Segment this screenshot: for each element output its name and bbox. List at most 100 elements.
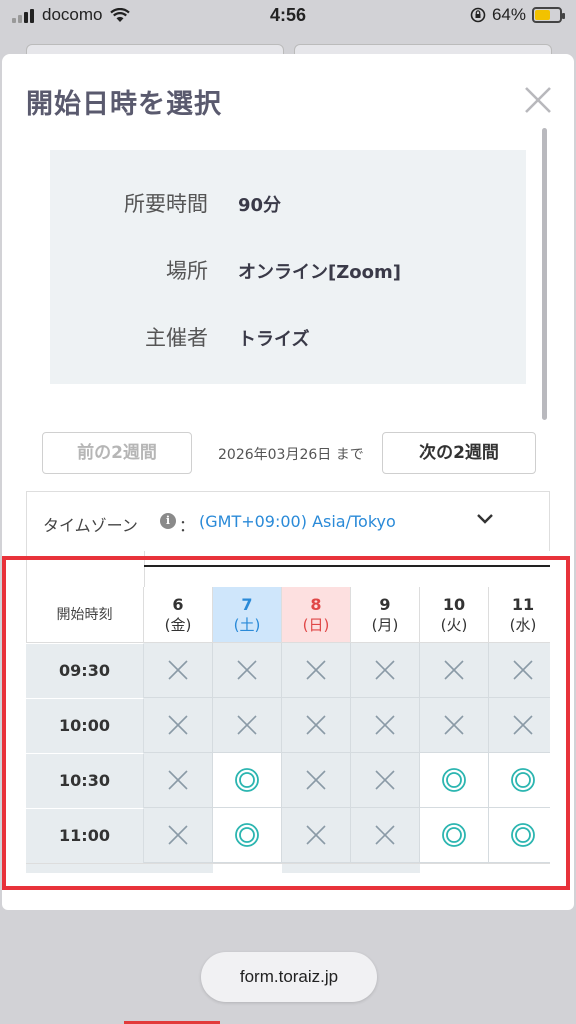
- unavailable-slot: [282, 753, 351, 808]
- url-bar[interactable]: form.toraiz.jp: [201, 952, 377, 1002]
- day-number: 11: [511, 595, 535, 614]
- day-header-8: 8 (日): [282, 587, 351, 643]
- unavailable-slot: [420, 643, 489, 698]
- slot-partial: [144, 863, 213, 873]
- info-row-location: 場所 オンライン[Zoom]: [50, 249, 526, 289]
- day-header-9: 9 (月): [351, 587, 420, 643]
- prev-two-weeks-button[interactable]: 前の2週間: [42, 432, 192, 474]
- unavailable-x-icon: [237, 660, 257, 680]
- status-bar: docomo 4:56 64%: [0, 0, 576, 34]
- info-icon[interactable]: i: [160, 513, 176, 529]
- day-number: 9: [379, 595, 391, 614]
- chevron-down-icon: [477, 514, 493, 524]
- slot-partial: [351, 863, 420, 873]
- organizer-value: トライズ: [238, 329, 310, 350]
- location-value: オンライン[Zoom]: [238, 262, 401, 283]
- timezone-select[interactable]: タイムゾーン i ： (GMT+09:00) Asia/Tokyo: [26, 491, 550, 551]
- available-slot[interactable]: [489, 808, 550, 863]
- unavailable-slot: [282, 808, 351, 863]
- until-date-text: 2026年03月26日 まで: [218, 447, 364, 463]
- calendar-top-divider: [144, 551, 145, 587]
- unavailable-slot: [489, 643, 550, 698]
- unavailable-x-icon: [306, 770, 326, 790]
- unavailable-slot: [489, 698, 550, 753]
- organizer-label: 主催者: [145, 326, 208, 350]
- unavailable-slot: [351, 698, 420, 753]
- day-weekday: (日): [302, 616, 330, 634]
- orientation-lock-icon: [470, 7, 486, 23]
- unavailable-x-icon: [237, 715, 257, 735]
- available-slot[interactable]: [420, 808, 489, 863]
- unavailable-x-icon: [306, 825, 326, 845]
- start-time-header: 開始時刻: [26, 587, 144, 643]
- unavailable-x-icon: [375, 770, 395, 790]
- unavailable-x-icon: [168, 825, 188, 845]
- unavailable-slot: [420, 698, 489, 753]
- slot-partial: [213, 863, 282, 873]
- available-slot[interactable]: [420, 753, 489, 808]
- availability-calendar: 開始時刻 6 (金) 7 (土) 8 (日) 9 (月) 10 (火) 11 (水) 09:30 10:0…: [26, 551, 550, 873]
- day-weekday: (火): [440, 616, 468, 634]
- duration-label: 所要時間: [124, 192, 208, 216]
- unavailable-slot: [351, 753, 420, 808]
- unavailable-x-icon: [306, 660, 326, 680]
- available-circle-icon: [235, 823, 259, 847]
- time-label: 11:00: [26, 808, 144, 863]
- unavailable-x-icon: [168, 770, 188, 790]
- unavailable-slot: [144, 643, 213, 698]
- timezone-value: (GMT+09:00) Asia/Tokyo: [199, 512, 396, 531]
- calendar-header-rule: [144, 565, 550, 567]
- info-row-duration: 所要時間 90分: [50, 182, 526, 222]
- modal-title: 開始日時を選択: [26, 89, 222, 120]
- duration-value: 90分: [238, 195, 282, 216]
- status-right: 64%: [470, 5, 565, 25]
- slot-partial: [420, 863, 489, 873]
- unavailable-slot: [351, 643, 420, 698]
- unavailable-x-icon: [375, 715, 395, 735]
- timezone-label: タイムゾーン: [43, 516, 138, 535]
- unavailable-slot: [351, 808, 420, 863]
- event-info-box: 所要時間 90分 場所 オンライン[Zoom] 主催者 トライズ: [50, 150, 526, 384]
- day-weekday: (土): [233, 616, 261, 634]
- location-label: 場所: [166, 259, 208, 283]
- unavailable-slot: [213, 698, 282, 753]
- timezone-colon: ：: [179, 516, 196, 535]
- time-label-partial: [26, 863, 144, 873]
- slot-partial: [489, 863, 550, 873]
- unavailable-slot: [144, 753, 213, 808]
- day-weekday: (月): [371, 616, 399, 634]
- battery-level: [535, 10, 550, 20]
- day-header-11: 11 (水): [489, 587, 550, 643]
- day-header-10: 10 (火): [420, 587, 489, 643]
- available-circle-icon: [442, 823, 466, 847]
- available-slot[interactable]: [489, 753, 550, 808]
- close-icon[interactable]: [520, 82, 556, 118]
- day-number: 7: [241, 595, 253, 614]
- modal-scrollbar[interactable]: [542, 128, 547, 420]
- next-two-weeks-button[interactable]: 次の2週間: [382, 432, 536, 474]
- battery-percent: 64%: [491, 5, 526, 24]
- unavailable-x-icon: [513, 715, 533, 735]
- unavailable-x-icon: [444, 715, 464, 735]
- time-label: 10:00: [26, 698, 144, 753]
- unavailable-x-icon: [444, 660, 464, 680]
- unavailable-slot: [144, 698, 213, 753]
- unavailable-x-icon: [306, 715, 326, 735]
- day-header-7: 7 (土): [213, 587, 282, 643]
- date-select-modal: 開始日時を選択 所要時間 90分 場所 オンライン[Zoom] 主催者 トライズ…: [2, 54, 574, 910]
- unavailable-slot: [282, 698, 351, 753]
- available-circle-icon: [511, 823, 535, 847]
- available-circle-icon: [235, 768, 259, 792]
- available-slot[interactable]: [213, 808, 282, 863]
- unavailable-x-icon: [375, 660, 395, 680]
- unavailable-x-icon: [375, 825, 395, 845]
- unavailable-slot: [213, 643, 282, 698]
- available-circle-icon: [511, 768, 535, 792]
- day-weekday: (水): [509, 616, 537, 634]
- unavailable-x-icon: [168, 660, 188, 680]
- day-number: 6: [172, 595, 184, 614]
- available-circle-icon: [442, 768, 466, 792]
- day-number: 8: [310, 595, 322, 614]
- slot-partial: [282, 863, 351, 873]
- available-slot[interactable]: [213, 753, 282, 808]
